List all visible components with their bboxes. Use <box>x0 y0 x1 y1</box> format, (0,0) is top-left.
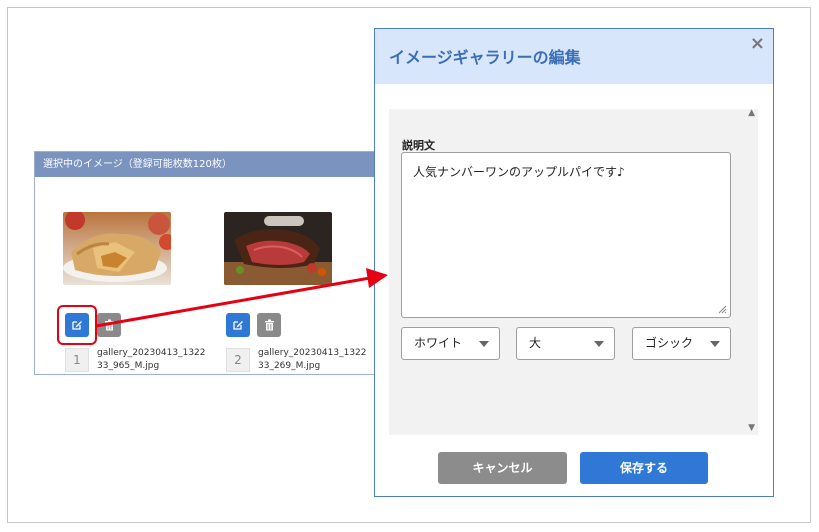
callout-arrow <box>95 268 388 328</box>
